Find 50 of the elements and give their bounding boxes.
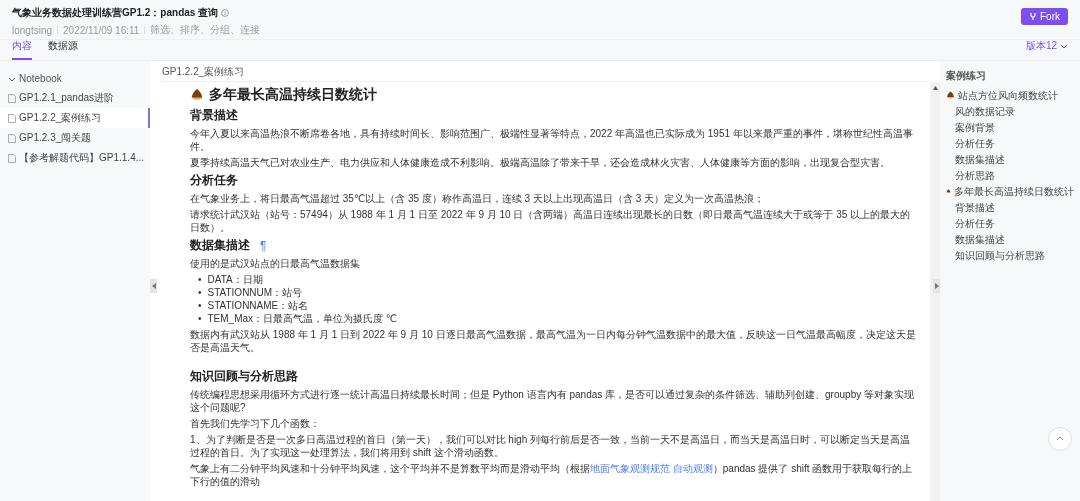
toc-item[interactable]: 分析任务 xyxy=(946,216,1074,231)
meta-text: 筛选、排序、分组、连接 xyxy=(150,23,261,37)
meta-text: 2022/11/09 16:11 xyxy=(63,24,140,36)
notebook-item[interactable]: GP1.2.3_闯关题 xyxy=(0,128,150,148)
toc-item[interactable]: 风的数据记录 xyxy=(946,104,1074,119)
toc-item[interactable]: 分析任务 xyxy=(946,136,1074,151)
notebook-folder[interactable]: Notebook xyxy=(0,69,150,88)
toc-item[interactable]: 知识回顾与分析思路 xyxy=(946,248,1074,263)
paragraph: 首先我们先学习下几个函数： xyxy=(190,417,321,430)
paragraph: 气象上有二分钟平均风速和十分钟平均风速，这个平均并不是算数平均而是滑动平均（根据地面气象观测规范 自动观测）pandas 提供了 shift 函数用于获取每行的上下行的值的滑动 xyxy=(190,462,914,488)
notebook-item[interactable]: GP1.2.2_案例练习 xyxy=(0,108,150,128)
toc-item[interactable]: 分析思路 xyxy=(946,168,1074,183)
toc-item[interactable]: 站点方位风向频数统计 xyxy=(946,88,1074,103)
toc-item[interactable]: 案例背景 xyxy=(946,120,1074,135)
anchor-link[interactable]: ¶ xyxy=(260,238,267,253)
toc-item[interactable]: 数据集描述 xyxy=(946,232,1074,247)
notebook-item[interactable]: GP1.2.1_pandas进阶 xyxy=(0,88,150,108)
list-item: STATIONNUM：站号 xyxy=(207,286,303,299)
document-title: 多年最长高温持续日数统计 xyxy=(209,86,377,104)
section-heading: 背景描述 xyxy=(190,107,238,124)
toc-item[interactable]: 背景描述 xyxy=(946,200,1074,215)
paragraph: 数据内有武汉站从 1988 年 1 月 1 日到 2022 年 9 月 10 日逐日最高气温数据，最高气温为一日内每分钟气温数据中的最大值，反映这一日气温最高幅度，决定这天是否是高温天气。 xyxy=(190,328,917,354)
section-heading: 知识回顾与分析思路 xyxy=(190,368,298,385)
toc-title: 案例练习 xyxy=(946,69,987,83)
list-item: TEM_Max：日最高气温，单位为摄氏度 ℃ xyxy=(207,312,398,325)
section-heading: 分析任务 xyxy=(190,172,238,189)
breadcrumb: GP1.2.2_案例练习 xyxy=(161,65,246,79)
page-title: 气象业务数据处理训练营GP1.2：pandas 查询 xyxy=(12,6,219,20)
version-select[interactable]: 版本12 xyxy=(1025,39,1068,60)
bullet: • xyxy=(198,273,202,286)
paragraph: 1、为了判断是否是一次多日高温过程的首日（第一天），我们可以对比 high 列每行前后是否一致，当前一天不是高温日，而当天是高温日时，可以断定当天是高温过程的首日。为了实现这一处理算法，我们将用到 shift 这个滑动函数。 xyxy=(190,433,912,459)
meta-text: longtsing xyxy=(12,24,53,36)
paragraph: 在气象业务上，将日最高气温超过 35℃以上（含 35 度）称作高温日，连续 3 天以上出现高温日（含 3 天）定义为一次高温热浪； xyxy=(190,192,766,205)
bullet: • xyxy=(198,286,202,299)
notebook-item[interactable]: 【参考解题代码】GP1.1.4... xyxy=(0,148,150,168)
toc-item[interactable]: 多年最长高温持续日数统计 xyxy=(946,184,1074,199)
paragraph: 使用的是武汉站点的日最高气温数据集 xyxy=(190,257,361,270)
list-item: STATIONNAME：站名 xyxy=(207,299,309,312)
section-heading: 数据集描述 xyxy=(190,237,250,254)
tab[interactable]: 数据源 xyxy=(48,39,78,60)
paragraph: 今年入夏以来高温热浪不断席卷各地，具有持续时间长、影响范围广、极端性显著等特点，2022 年高温也已实际成为 1951 年以来最严重的事件，堪称世纪性高温事件。 xyxy=(190,127,914,153)
bullet: • xyxy=(198,299,202,312)
paragraph: 夏季持续高温天气已对农业生产、电力供应和人体健康造成不利影响。极端高温除了带来干旱，还会造成林火灾害、人体健康等方面的影响，出现复合型灾害。 xyxy=(190,156,891,169)
paragraph: 请求统计武汉站（站号：57494）从 1988 年 1 月 1 日至 2022 年 9 月 10 日（含两端）高温日连续出现最长的日数（即日最高气温连续大于或等于 35 以上的最大的日数）。 xyxy=(190,208,912,234)
reference-link[interactable]: 地面气象观测规范 自动观测 xyxy=(590,463,713,474)
toc-item[interactable]: 数据集描述 xyxy=(946,152,1074,167)
list-item: DATA：日期 xyxy=(207,273,263,286)
paragraph: 传统编程思想采用循环方式进行逐一统计高温日持续最长时间；但是 Python 语言内有 pandas 库，是否可以通过复杂的条件筛选、辅助列创建、groupby 等对象实现这个问题呢? xyxy=(190,388,915,414)
bullet: • xyxy=(198,312,202,325)
fork-button[interactable]: Fork xyxy=(1021,8,1068,25)
